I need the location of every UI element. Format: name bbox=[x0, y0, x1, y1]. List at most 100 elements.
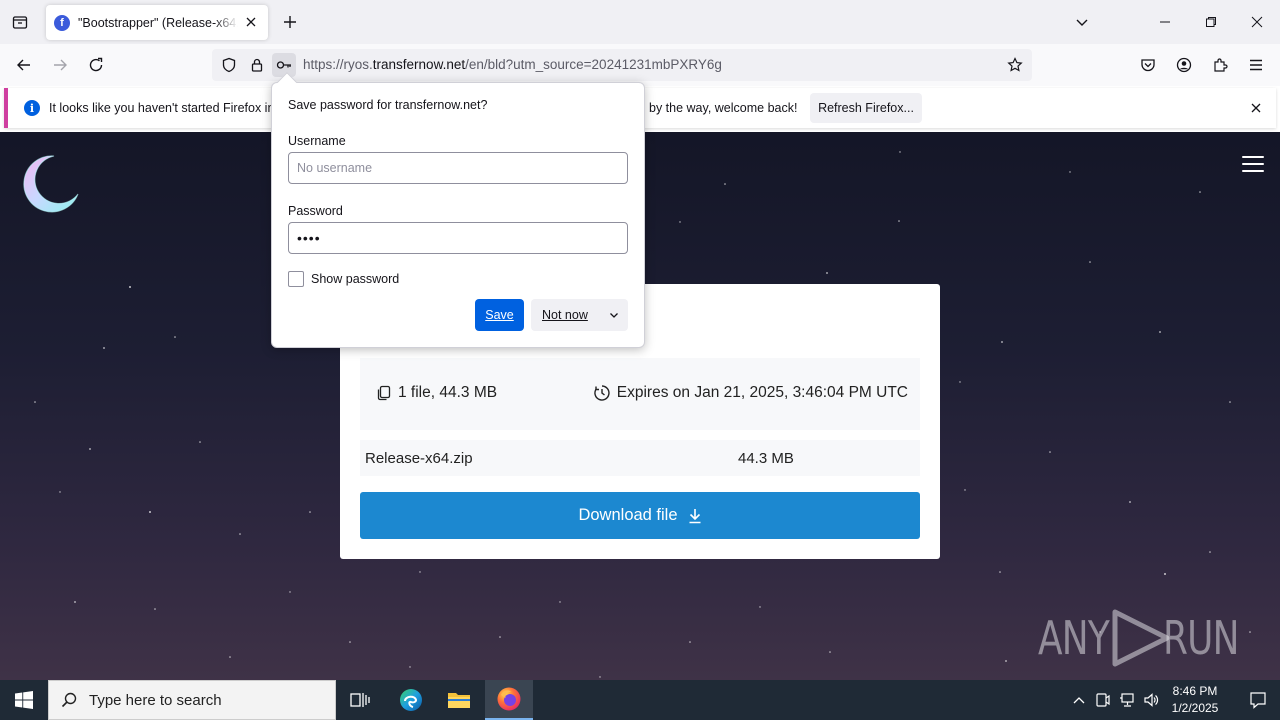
username-field[interactable]: No username bbox=[288, 152, 628, 184]
bookmark-star-icon[interactable] bbox=[1003, 53, 1027, 77]
download-icon bbox=[688, 508, 702, 524]
account-button[interactable] bbox=[1169, 50, 1199, 80]
start-button[interactable] bbox=[0, 680, 48, 720]
arrow-left-icon bbox=[17, 59, 30, 71]
not-now-button[interactable]: Not now bbox=[531, 299, 628, 331]
lock-icon[interactable] bbox=[245, 53, 269, 77]
notification-text: It looks like you haven't started Firefo… bbox=[49, 101, 285, 115]
account-icon bbox=[1176, 57, 1192, 73]
moon-logo bbox=[23, 155, 79, 213]
speaker-icon bbox=[1144, 693, 1159, 707]
file-row: Release-x64.zip 44.3 MB bbox=[360, 440, 920, 476]
show-password-label[interactable]: Show password bbox=[311, 272, 399, 286]
task-view-button[interactable] bbox=[336, 680, 384, 720]
close-icon bbox=[1251, 103, 1261, 113]
restore-icon bbox=[1206, 17, 1216, 27]
minimize-button[interactable] bbox=[1142, 0, 1188, 44]
list-all-tabs-button[interactable] bbox=[1070, 10, 1094, 34]
app-menu-button[interactable] bbox=[1241, 50, 1271, 80]
pocket-icon bbox=[1141, 59, 1155, 72]
task-view-icon bbox=[350, 693, 370, 707]
firefox-view-icon bbox=[12, 16, 28, 29]
reload-button[interactable] bbox=[81, 50, 111, 80]
notification-close-button[interactable] bbox=[1248, 100, 1264, 116]
file-count-text: 1 file, 44.3 MB bbox=[398, 384, 498, 401]
facebook-icon: f bbox=[54, 14, 70, 31]
download-file-button[interactable]: Download file bbox=[360, 492, 920, 539]
expiry: Expires on Jan 21, 2025, 3:46:04 PM UTC bbox=[593, 384, 908, 402]
system-clock[interactable]: 8:46 PM 1/2/2025 bbox=[1164, 683, 1226, 717]
password-field[interactable]: •••• bbox=[288, 222, 628, 254]
navigation-toolbar: https://ryos.transfernow.net/en/bld?utm_… bbox=[0, 44, 1280, 86]
show-password-checkbox[interactable] bbox=[288, 271, 304, 287]
url-bar[interactable]: https://ryos.transfernow.net/en/bld?utm_… bbox=[212, 49, 1032, 81]
watermark-left: ANY bbox=[1038, 611, 1110, 665]
windows-taskbar: Type here to search 8:46 PM 1/2/2025 bbox=[0, 680, 1280, 720]
meet-now-icon bbox=[1096, 693, 1110, 707]
new-tab-button[interactable] bbox=[278, 10, 302, 34]
clock-date: 1/2/2025 bbox=[1171, 701, 1219, 715]
timer-icon bbox=[593, 384, 611, 402]
chevron-up-icon bbox=[1073, 697, 1085, 704]
menu-icon bbox=[1250, 59, 1262, 71]
volume-button[interactable] bbox=[1141, 690, 1161, 710]
shield-icon[interactable] bbox=[217, 53, 241, 77]
close-icon bbox=[246, 17, 256, 27]
clock-time: 8:46 PM bbox=[1172, 684, 1218, 698]
url-text[interactable]: https://ryos.transfernow.net/en/bld?utm_… bbox=[303, 57, 722, 72]
info-icon: i bbox=[24, 100, 40, 116]
download-button-label: Download file bbox=[578, 506, 678, 524]
copy-icon bbox=[376, 385, 392, 401]
taskbar-search[interactable]: Type here to search bbox=[48, 680, 336, 720]
chevron-down-icon bbox=[1076, 19, 1088, 26]
windows-logo-icon bbox=[15, 691, 33, 709]
save-password-popup: Save password for transfernow.net? Usern… bbox=[271, 72, 645, 348]
network-button[interactable] bbox=[1117, 690, 1137, 710]
chevron-down-icon[interactable] bbox=[607, 308, 621, 322]
file-explorer-icon bbox=[448, 693, 470, 708]
popup-title: Save password for transfernow.net? bbox=[288, 98, 488, 112]
arrow-right-icon bbox=[54, 59, 67, 71]
minimize-icon bbox=[1160, 21, 1170, 23]
site-menu-button[interactable] bbox=[1240, 154, 1266, 174]
action-center-button[interactable] bbox=[1236, 680, 1280, 720]
show-hidden-icons-button[interactable] bbox=[1069, 690, 1089, 710]
url-prefix: https://ryos. bbox=[303, 57, 373, 72]
plus-icon bbox=[284, 16, 296, 28]
notification-icon bbox=[1250, 692, 1266, 709]
file-size: 44.3 MB bbox=[738, 450, 794, 467]
restore-button[interactable] bbox=[1188, 0, 1234, 44]
edge-icon bbox=[400, 689, 422, 711]
file-explorer-button[interactable] bbox=[435, 680, 483, 720]
close-icon bbox=[1251, 16, 1263, 28]
transfer-summary: 1 file, 44.3 MB Expires on Jan 21, 2025,… bbox=[360, 358, 920, 430]
notification-text-end: by the way, welcome back! bbox=[649, 101, 798, 115]
extensions-button[interactable] bbox=[1205, 50, 1235, 80]
reload-icon bbox=[89, 57, 103, 72]
firefox-icon bbox=[497, 687, 521, 711]
close-window-button[interactable] bbox=[1234, 0, 1280, 44]
file-count: 1 file, 44.3 MB bbox=[376, 384, 497, 402]
extensions-icon bbox=[1214, 58, 1228, 72]
meet-now-button[interactable] bbox=[1093, 690, 1113, 710]
edge-button[interactable] bbox=[387, 680, 435, 720]
pocket-button[interactable] bbox=[1133, 50, 1163, 80]
anyrun-watermark: ANY RUN bbox=[1038, 608, 1260, 668]
save-password-button[interactable]: Save bbox=[475, 299, 524, 331]
password-label: Password bbox=[288, 204, 343, 218]
url-path: /en/bld?utm_source=20241231mbPXRY6g bbox=[465, 57, 722, 72]
watermark-right: RUN bbox=[1162, 611, 1239, 665]
tab-strip: f "Bootstrapper" (Release-x64.zip bbox=[0, 0, 1280, 44]
search-icon bbox=[61, 692, 77, 708]
forward-button[interactable] bbox=[45, 50, 75, 80]
expiry-text: Expires on Jan 21, 2025, 3:46:04 PM UTC bbox=[616, 384, 908, 401]
refresh-firefox-button[interactable]: Refresh Firefox... bbox=[810, 93, 922, 123]
url-domain: transfernow.net bbox=[372, 57, 466, 72]
tab-close-button[interactable] bbox=[242, 13, 260, 31]
back-button[interactable] bbox=[9, 50, 39, 80]
file-name: Release-x64.zip bbox=[365, 450, 473, 467]
firefox-taskbar-button[interactable] bbox=[485, 680, 533, 720]
active-tab[interactable]: f "Bootstrapper" (Release-x64.zip bbox=[46, 5, 268, 40]
search-placeholder: Type here to search bbox=[89, 691, 222, 709]
firefox-view-button[interactable] bbox=[6, 8, 34, 36]
